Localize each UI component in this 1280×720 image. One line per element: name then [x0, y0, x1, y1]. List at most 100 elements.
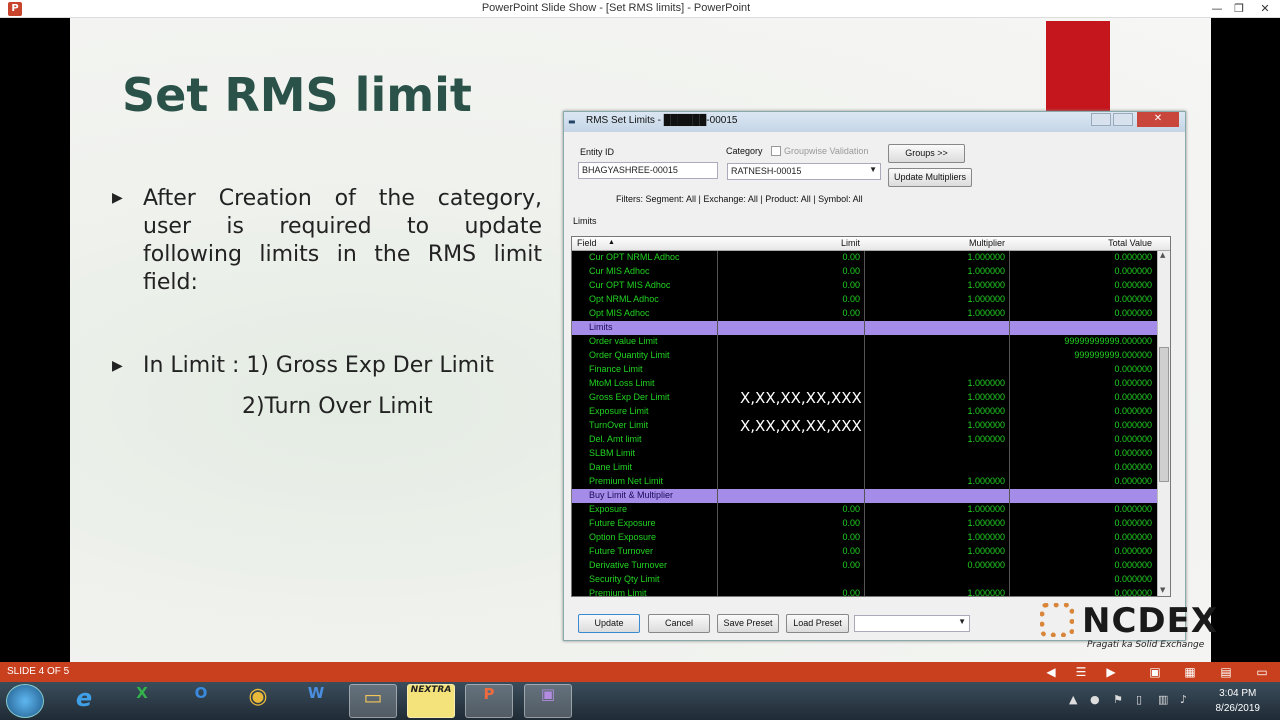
header-field[interactable]: Field	[577, 238, 597, 248]
cell-field: Dane Limit	[589, 462, 633, 472]
filters-text: Filters: Segment: All | Exchange: All | …	[616, 194, 863, 204]
bullet-1-line: following limits in the RMS limit	[143, 242, 542, 267]
load-preset-button[interactable]: Load Preset	[786, 614, 849, 633]
grid-row[interactable]: Finance Limit 0.000000	[572, 363, 1170, 377]
grid-row[interactable]: Order Quantity Limit 999999999.000000	[572, 349, 1170, 363]
grid-row[interactable]: Dane Limit 0.000000	[572, 461, 1170, 475]
grid-group-row[interactable]: Buy Limit & Multiplier	[572, 489, 1170, 503]
category-select[interactable]: RATNESH-00015 ▼	[727, 163, 881, 180]
limits-grid[interactable]: Field ▲ Limit Multiplier Total Value Cur…	[571, 236, 1171, 597]
cell-multiplier: 1.000000	[967, 406, 1005, 416]
cell-multiplier: 1.000000	[967, 266, 1005, 276]
save-preset-button[interactable]: Save Preset	[717, 614, 779, 633]
grid-row[interactable]: MtoM Loss Limit 1.000000 0.000000	[572, 377, 1170, 391]
slide-sorter-icon[interactable]: ▦	[1182, 664, 1198, 680]
file-explorer-icon[interactable]: ▭	[349, 684, 397, 718]
dialog-close-button[interactable]: ✕	[1137, 112, 1179, 127]
bullet-1: ▶ After Creation of the category, user i…	[112, 185, 542, 297]
grid-row[interactable]: TurnOver Limit 1.000000 0.000000	[572, 419, 1170, 433]
grid-row[interactable]: Cur OPT MIS Adhoc 0.00 1.000000 0.000000	[572, 279, 1170, 293]
grid-row[interactable]: Order value Limit 99999999999.000000	[572, 335, 1170, 349]
volume-icon[interactable]: ♪	[1180, 693, 1187, 706]
chevron-down-icon: ▼	[869, 165, 877, 174]
cell-field: Cur MIS Adhoc	[589, 266, 650, 276]
previous-icon[interactable]: ◀	[1043, 664, 1059, 680]
cell-field: Cur OPT MIS Adhoc	[589, 280, 671, 290]
grid-row[interactable]: Cur MIS Adhoc 0.00 1.000000 0.000000	[572, 265, 1170, 279]
cell-multiplier: 0.000000	[967, 560, 1005, 570]
chrome-icon[interactable]: ◉	[234, 684, 282, 718]
entity-id-field[interactable]: BHAGYASHREE-00015	[578, 162, 718, 179]
grid-row[interactable]: Cur OPT NRML Adhoc 0.00 1.000000 0.000000	[572, 251, 1170, 265]
grid-row[interactable]: Premium Net Limit 1.000000 0.000000	[572, 475, 1170, 489]
start-button-icon[interactable]	[6, 684, 44, 718]
tray-app-icon[interactable]: ●	[1090, 693, 1100, 706]
grid-row[interactable]: Derivative Turnover 0.00 0.000000 0.000000	[572, 559, 1170, 573]
outlook-icon[interactable]: O	[177, 684, 225, 718]
cell-multiplier: 1.000000	[967, 546, 1005, 556]
header-limit[interactable]: Limit	[841, 238, 860, 248]
powerpoint-taskbar-icon[interactable]: P	[465, 684, 513, 718]
cell-total: 999999999.000000	[1074, 350, 1152, 360]
header-multiplier[interactable]: Multiplier	[969, 238, 1005, 248]
word-icon[interactable]: W	[292, 684, 340, 718]
next-icon[interactable]: ▶	[1103, 664, 1119, 680]
dialog-title-bar: ▬ RMS Set Limits - ██████-00015 ✕	[564, 112, 1185, 132]
cell-limit: 0.00	[842, 266, 860, 276]
cell-total: 0.000000	[1114, 308, 1152, 318]
grid-row[interactable]: Opt NRML Adhoc 0.00 1.000000 0.000000	[572, 293, 1170, 307]
cell-field: Exposure Limit	[589, 406, 649, 416]
reading-view-icon[interactable]: ▤	[1218, 664, 1234, 680]
minimize-icon[interactable]	[1113, 113, 1133, 126]
grid-group-row[interactable]: Limits	[572, 321, 1170, 335]
nextra-icon[interactable]: NEXTRA	[407, 684, 455, 718]
cell-field: Finance Limit	[589, 364, 643, 374]
grid-row[interactable]: Exposure 0.00 1.000000 0.000000	[572, 503, 1170, 517]
update-multipliers-button[interactable]: Update Multipliers	[888, 168, 972, 187]
grid-row[interactable]: Del. Amt limit 1.000000 0.000000	[572, 433, 1170, 447]
normal-view-icon[interactable]: ▣	[1147, 664, 1163, 680]
clock-time: 3:04 PM	[1219, 688, 1257, 699]
slideshow-icon[interactable]: ▭	[1254, 664, 1270, 680]
cell-multiplier: 1.000000	[967, 280, 1005, 290]
scroll-thumb[interactable]	[1159, 347, 1169, 482]
cell-multiplier: 1.000000	[967, 252, 1005, 262]
grid-row[interactable]: Premium Limit 0.00 1.000000 0.000000	[572, 587, 1170, 596]
grid-row[interactable]: Opt MIS Adhoc 0.00 1.000000 0.000000	[572, 307, 1170, 321]
restore-icon[interactable]: ❐	[1226, 0, 1252, 18]
grid-scrollbar[interactable]: ▲ ▼	[1157, 251, 1170, 596]
cell-field: Future Exposure	[589, 518, 656, 528]
header-total-value[interactable]: Total Value	[1108, 238, 1152, 248]
system-clock[interactable]: 3:04 PM 8/26/2019	[1216, 686, 1261, 716]
teams-icon[interactable]: ▣	[524, 684, 572, 718]
tray-chevron-icon[interactable]: ▲	[1069, 693, 1077, 706]
cell-total: 0.000000	[1114, 532, 1152, 542]
groups-button[interactable]: Groups >>	[888, 144, 965, 163]
scroll-down-icon[interactable]: ▼	[1160, 586, 1165, 594]
maximize-icon[interactable]	[1091, 113, 1111, 126]
cell-limit: 0.00	[842, 252, 860, 262]
ie-icon[interactable]: e	[60, 684, 108, 718]
grid-row[interactable]: Option Exposure 0.00 1.000000 0.000000	[572, 531, 1170, 545]
cell-limit: 0.00	[842, 280, 860, 290]
grid-row[interactable]: SLBM Limit 0.000000	[572, 447, 1170, 461]
grid-row[interactable]: Future Exposure 0.00 1.000000 0.000000	[572, 517, 1170, 531]
scroll-up-icon[interactable]: ▲	[1160, 251, 1165, 259]
cell-limit: 0.00	[842, 518, 860, 528]
grid-row[interactable]: Future Turnover 0.00 1.000000 0.000000	[572, 545, 1170, 559]
tray-flag-icon[interactable]: ⚑	[1113, 693, 1123, 706]
gross-exp-overlay-text: X,XX,XX,XX,XXX	[740, 389, 862, 407]
notes-icon[interactable]: ☰	[1073, 664, 1089, 680]
update-button[interactable]: Update	[578, 614, 640, 633]
grid-row[interactable]: Gross Exp Der Limit 1.000000 0.000000	[572, 391, 1170, 405]
excel-icon[interactable]: X	[118, 684, 166, 718]
groupwise-validation-checkbox[interactable]	[771, 146, 781, 156]
cancel-button[interactable]: Cancel	[648, 614, 710, 633]
network-icon[interactable]: ▥	[1158, 693, 1168, 706]
tray-device-icon[interactable]: ▯	[1136, 693, 1142, 706]
preset-select[interactable]: ▼	[854, 615, 970, 632]
bullet-2: ▶ In Limit : 1) Gross Exp Der Limit	[112, 353, 494, 378]
grid-row[interactable]: Exposure Limit 1.000000 0.000000	[572, 405, 1170, 419]
grid-row[interactable]: Security Qty Limit 0.000000	[572, 573, 1170, 587]
close-icon[interactable]: ✕	[1252, 0, 1278, 18]
